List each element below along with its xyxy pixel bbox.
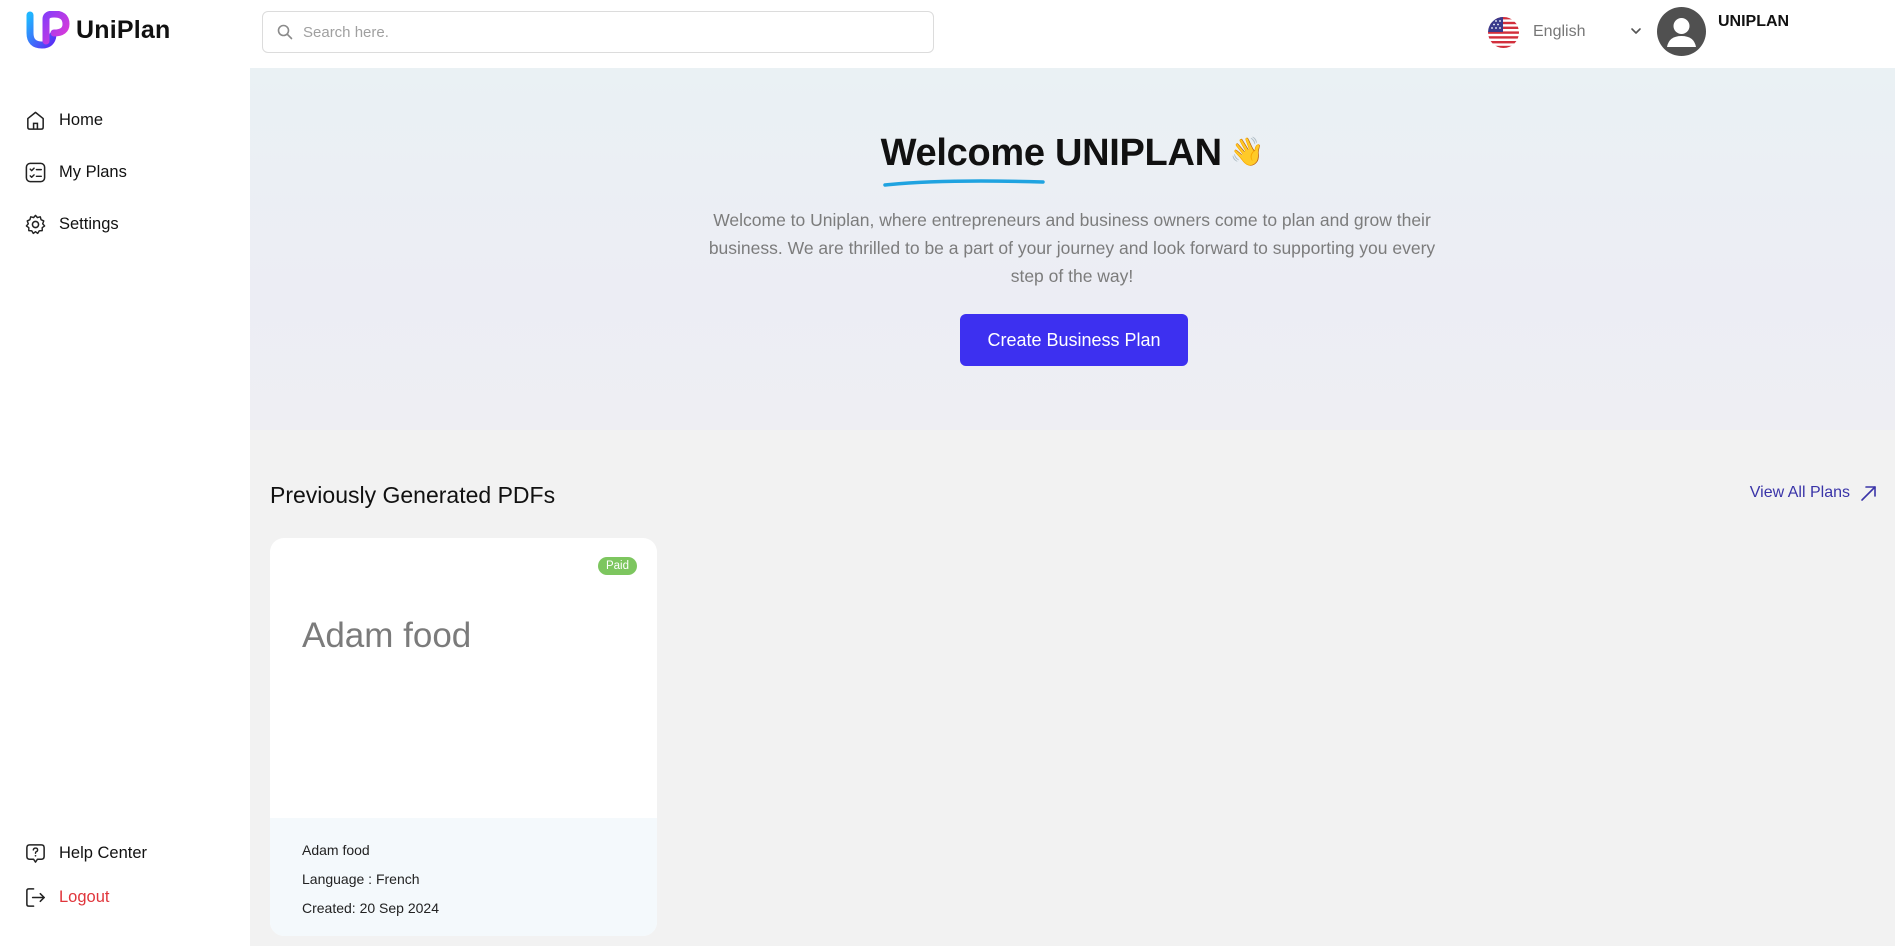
app-logo[interactable]: UniPlan [26,10,170,50]
logout-icon [26,887,45,907]
sidebar-item-label: Home [59,110,104,129]
pdf-card-details: Adam food Language : French Created: 20 … [270,818,657,936]
pdf-card[interactable]: Paid Adam food Adam food Language : Fren… [270,538,657,936]
main-content: Welcome UNIPLAN 👋 Welcome to Uniplan, whe… [250,68,1895,946]
pdf-name: Adam food [302,842,370,858]
app-name: UniPlan [76,15,171,44]
us-flag-icon [1488,16,1519,48]
language-label: English [1533,23,1586,40]
welcome-description: Welcome to Uniplan, where entrepreneurs … [708,210,1436,286]
view-all-plans-link[interactable]: View All Plans [1750,484,1877,502]
home-icon [27,111,44,130]
sidebar-item-logout[interactable]: Logout [24,882,109,912]
pdf-language: Language : French [302,871,420,887]
pdf-card-title: Adam food [302,616,472,655]
user-icon [1667,18,1696,47]
search-input[interactable] [303,23,903,41]
section-title: Previously Generated PDFs [270,482,556,508]
welcome-name: UNIPLAN [1054,132,1222,174]
brush-underline-decoration [882,179,1045,187]
gear-icon [25,214,46,234]
welcome-word-wrap: Welcome [880,132,1045,187]
pdf-created-date: Created: 20 Sep 2024 [302,900,439,916]
sidebar-item-home[interactable]: Home [24,105,103,135]
language-selector[interactable]: English [1488,15,1643,49]
checklist-icon [25,162,46,182]
welcome-hero: Welcome UNIPLAN 👋 Welcome to Uniplan, whe… [250,68,1895,430]
status-badge: Paid [597,557,637,575]
create-business-plan-button[interactable]: Create Business Plan [960,314,1188,366]
search-icon [277,24,293,40]
page-title: Welcome UNIPLAN 👋 [250,132,1895,187]
chevron-down-icon [1631,28,1641,34]
waving-hand-icon: 👋 [1229,136,1265,167]
arrow-up-right-icon [1861,485,1876,501]
sidebar: Home My Plans Settings Help Center Logou… [0,68,250,946]
top-bar: UniPlan Englis [0,0,1895,68]
sidebar-item-label: Logout [59,887,110,906]
help-icon [26,843,45,863]
uniplan-logo-icon [26,11,70,49]
search-box[interactable] [262,11,934,53]
sidebar-item-my-plans[interactable]: My Plans [24,157,127,187]
view-all-label: View All Plans [1749,484,1850,501]
sidebar-item-label: Help Center [59,843,148,862]
sidebar-item-label: My Plans [59,162,127,181]
user-name: UNIPLAN [1718,13,1790,30]
sidebar-item-settings[interactable]: Settings [24,209,119,239]
sidebar-item-label: Settings [59,214,119,233]
avatar[interactable] [1657,7,1706,56]
welcome-word: Welcome [880,132,1045,174]
sidebar-item-help-center[interactable]: Help Center [24,838,147,868]
